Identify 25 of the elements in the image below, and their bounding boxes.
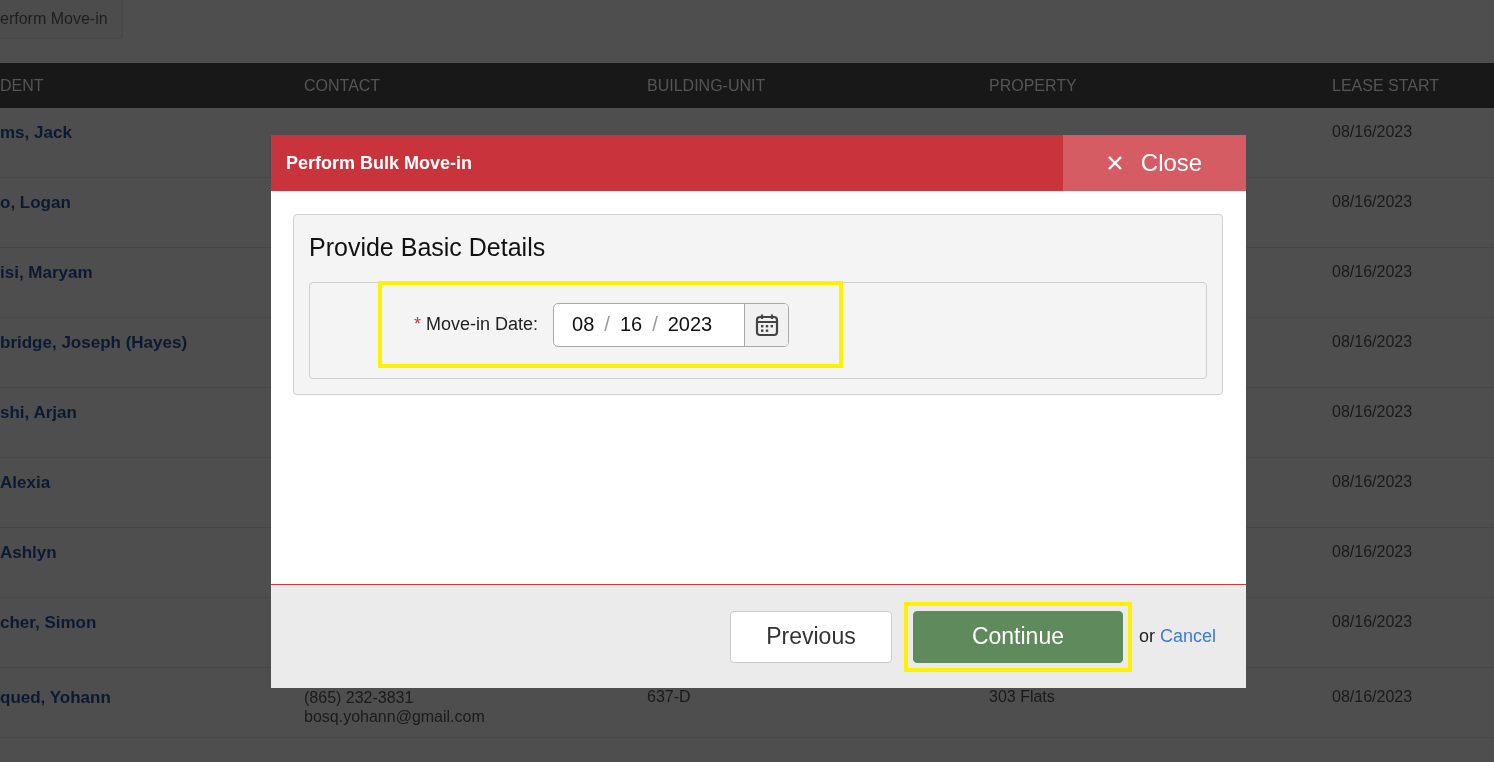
resident-link[interactable]: bridge, Joseph (Hayes) [0,333,188,352]
date-field[interactable]: 08 / 16 / 2023 [553,302,790,347]
resident-link[interactable]: Ashlyn [0,543,57,562]
resident-link[interactable]: shi, Arjan [0,403,77,422]
column-header: PROPERTY [989,76,1078,95]
column-header: BUILDING-UNIT [647,76,767,95]
field-label: * Move-in Date: [414,314,539,335]
calendar-icon[interactable] [754,312,779,337]
resident-link[interactable]: qued, Yohann [0,688,111,707]
section-title: Provide Basic Details [309,232,547,263]
column-header: DENT [0,76,45,95]
close-icon [1106,155,1123,171]
resident-link[interactable]: isi, Maryam [0,263,93,282]
resident-link[interactable]: Alexia [0,473,51,492]
column-header: LEASE START [1332,76,1440,95]
resident-link[interactable]: ms, Jack [0,123,72,142]
column-header: CONTACT [304,76,382,95]
cancel-link[interactable]: Cancel [1159,626,1216,647]
previous-button[interactable]: Previous [729,610,892,663]
resident-link[interactable]: cher, Simon [0,613,97,632]
dialog-title: Perform Bulk Move-in [285,152,473,174]
continue-button[interactable]: Continue [912,610,1123,663]
resident-link[interactable]: o, Logan [0,193,71,212]
close-button[interactable]: Close [1063,135,1246,191]
or-text: or [1138,626,1155,647]
